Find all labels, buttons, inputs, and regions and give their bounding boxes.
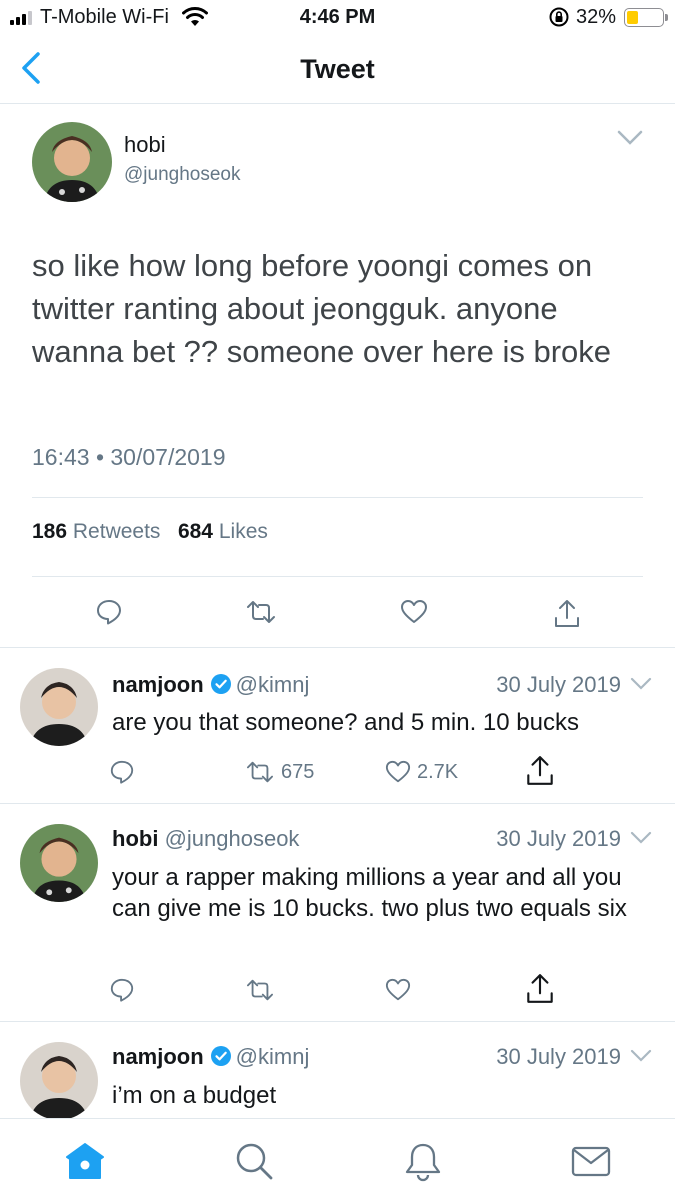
retweet-button[interactable] xyxy=(245,977,275,1003)
reply-button[interactable] xyxy=(95,598,123,631)
verified-badge-icon xyxy=(210,1045,232,1073)
reply-icon xyxy=(110,978,134,1002)
retweet-button[interactable]: 675 xyxy=(245,759,314,785)
like-button[interactable]: 2.7K xyxy=(385,759,458,785)
reply-button[interactable] xyxy=(109,977,135,1003)
tweet-options-button[interactable] xyxy=(616,128,644,153)
retweet-icon xyxy=(247,761,273,783)
messages-icon xyxy=(571,1146,611,1177)
like-count: 2.7K xyxy=(417,760,459,783)
verified-badge-icon xyxy=(210,673,232,701)
likes-label: Likes xyxy=(218,520,268,543)
reply-header: namjoon @kimnj xyxy=(112,672,309,701)
reply-options-button[interactable] xyxy=(630,1048,652,1069)
chevron-down-icon xyxy=(630,677,652,690)
home-icon xyxy=(66,1143,104,1179)
nav-header: Tweet xyxy=(0,36,675,104)
clock: 4:46 PM xyxy=(299,6,376,28)
reply-header: namjoon @kimnj xyxy=(112,1044,309,1073)
reply-icon xyxy=(97,600,121,625)
reply-tweet[interactable]: namjoon @kimnj 30 July 2019 i’m on a budg… xyxy=(0,1022,675,1120)
reply-date: 30 July 2019 xyxy=(496,672,621,697)
chevron-down-icon xyxy=(630,831,652,844)
retweets-label: Retweets xyxy=(72,520,161,543)
heart-icon xyxy=(385,760,411,783)
status-bar: T-Mobile Wi-Fi 4:46 PM 32% xyxy=(0,0,675,36)
share-button[interactable] xyxy=(525,754,555,788)
avatar[interactable] xyxy=(20,1042,98,1120)
author-name[interactable]: hobi xyxy=(124,132,166,158)
heart-icon xyxy=(385,978,411,1001)
tab-notifications[interactable] xyxy=(402,1141,444,1188)
share-icon xyxy=(527,756,553,785)
likes-count: 684 xyxy=(177,520,213,543)
reply-date: 30 July 2019 xyxy=(496,826,621,851)
reply-icon xyxy=(110,760,134,784)
reply-date: 30 July 2019 xyxy=(496,1044,621,1069)
tab-home[interactable] xyxy=(64,1141,106,1186)
like-button[interactable] xyxy=(385,977,411,1003)
reply-options-button[interactable] xyxy=(630,676,652,697)
like-button[interactable] xyxy=(400,598,428,631)
author-handle[interactable]: @junghoseok xyxy=(124,164,240,186)
chevron-down-icon xyxy=(617,130,643,145)
search-icon xyxy=(236,1143,273,1180)
reply-text: are you that someone? and 5 min. 10 buck… xyxy=(112,709,579,736)
share-icon xyxy=(527,974,553,1003)
reply-author-name[interactable]: namjoon xyxy=(112,1044,204,1069)
battery-percent: 32% xyxy=(576,6,617,28)
avatar[interactable] xyxy=(32,122,112,202)
tab-bar xyxy=(0,1118,675,1200)
reply-author-name[interactable]: namjoon xyxy=(112,672,204,697)
share-button[interactable] xyxy=(525,972,555,1006)
page-title: Tweet xyxy=(300,54,375,84)
notifications-icon xyxy=(405,1143,441,1182)
main-tweet: hobi @junghoseok so like how long before… xyxy=(0,104,675,648)
reply-text: your a rapper making millions a year and… xyxy=(112,864,627,922)
retweet-count: 675 xyxy=(281,760,315,783)
divider xyxy=(32,497,643,498)
tweet-text: so like how long before yoongi comes on … xyxy=(32,248,612,369)
reply-author-name[interactable]: hobi xyxy=(112,826,158,851)
battery-fill xyxy=(627,11,638,24)
tab-search[interactable] xyxy=(234,1141,274,1186)
tweet-timestamp: 16:43 • 30/07/2019 xyxy=(32,444,226,470)
reply-text: i’m on a budget xyxy=(112,1082,277,1109)
heart-icon xyxy=(401,600,427,623)
reply-author-handle[interactable]: @junghoseok xyxy=(165,826,300,851)
reply-author-handle[interactable]: @kimnj xyxy=(236,672,310,697)
reply-author-handle[interactable]: @kimnj xyxy=(236,1044,310,1069)
reply-options-button[interactable] xyxy=(630,830,652,851)
chevron-down-icon xyxy=(630,1049,652,1062)
battery-icon xyxy=(624,8,668,27)
retweet-button[interactable] xyxy=(245,598,277,631)
avatar[interactable] xyxy=(20,824,98,902)
retweets-count: 186 xyxy=(32,520,68,543)
tab-messages[interactable] xyxy=(570,1141,612,1186)
avatar[interactable] xyxy=(20,668,98,746)
retweet-icon xyxy=(247,979,273,1001)
retweets-stat[interactable]: 186 Retweets xyxy=(32,520,160,543)
engagement-stats: 186 Retweets 684 Likes xyxy=(32,520,268,544)
reply-button[interactable] xyxy=(109,759,135,785)
orientation-lock-icon xyxy=(548,6,570,33)
divider xyxy=(32,576,643,577)
reply-tweet[interactable]: hobi @junghoseok 30 July 2019 your a rap… xyxy=(0,804,675,1022)
retweet-icon xyxy=(247,601,275,623)
share-button[interactable] xyxy=(553,598,581,635)
reply-tweet[interactable]: namjoon @kimnj 30 July 2019 are you that … xyxy=(0,648,675,804)
likes-stat[interactable]: 684 Likes xyxy=(178,520,268,543)
reply-header: hobi @junghoseok xyxy=(112,826,299,852)
share-icon xyxy=(555,600,579,627)
